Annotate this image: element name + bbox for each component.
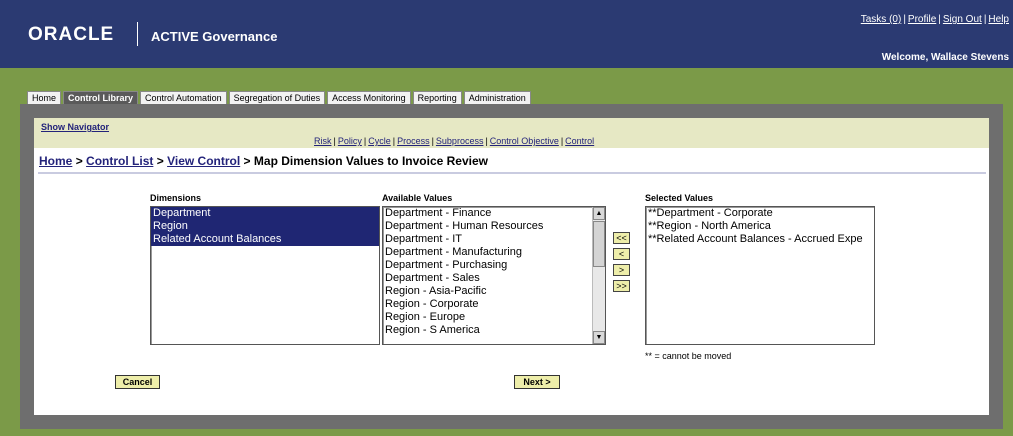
list-item[interactable]: Department - Purchasing <box>383 259 605 272</box>
list-item[interactable]: Region - S America <box>383 324 605 337</box>
control-link[interactable]: Control <box>565 136 594 146</box>
list-item[interactable]: **Department - Corporate <box>646 207 874 220</box>
breadcrumb-home[interactable]: Home <box>39 154 72 168</box>
breadcrumb-separator: > <box>75 154 83 168</box>
main-tabs: Home Control Library Control Automation … <box>27 91 533 105</box>
link-divider: | <box>392 136 396 146</box>
link-divider: | <box>983 14 987 25</box>
list-item[interactable]: Region - Europe <box>383 311 605 324</box>
breadcrumb-separator: > <box>243 154 251 168</box>
navigator-bar: Show Navigator Risk | Policy | Cycle | Process… <box>34 118 989 148</box>
link-divider: | <box>903 14 906 25</box>
list-item[interactable]: Department - IT <box>383 233 605 246</box>
selected-values-label: Selected Values <box>645 193 714 203</box>
show-navigator-link[interactable]: Show Navigator <box>41 122 109 132</box>
top-links: Tasks (0) | Profile | Sign Out | Help <box>861 14 1009 25</box>
oracle-logo: ORACLE <box>28 24 115 45</box>
dimensions-label: Dimensions <box>150 193 202 203</box>
subprocess-link[interactable]: Subprocess <box>436 136 484 146</box>
list-item[interactable]: Region - Asia-Pacific <box>383 285 605 298</box>
link-divider: | <box>333 136 336 146</box>
list-item[interactable]: Department - Human Resources <box>383 220 605 233</box>
list-item[interactable]: Department <box>151 207 379 220</box>
add-all-button[interactable]: >> <box>613 280 630 292</box>
process-link[interactable]: Process <box>397 136 430 146</box>
main-panel: Show Navigator Risk | Policy | Cycle | Process… <box>34 118 989 415</box>
logo-divider <box>137 22 138 46</box>
tab-access-monitoring[interactable]: Access Monitoring <box>327 91 411 105</box>
list-item[interactable]: Related Account Balances <box>151 233 379 246</box>
link-divider: | <box>560 136 564 146</box>
product-name: ACTIVE Governance <box>151 29 278 44</box>
link-divider: | <box>938 14 941 25</box>
tab-administration[interactable]: Administration <box>463 91 531 105</box>
list-item[interactable]: Department - Sales <box>383 272 605 285</box>
list-item[interactable]: **Related Account Balances - Accrued Exp… <box>646 233 874 246</box>
breadcrumb-control-list[interactable]: Control List <box>86 154 153 168</box>
selected-values-listbox[interactable]: **Department - Corporate **Region - Nort… <box>645 206 875 345</box>
remove-button[interactable]: < <box>613 248 630 260</box>
add-button[interactable]: > <box>613 264 630 276</box>
scroll-down-arrow-icon[interactable]: ▼ <box>593 331 605 344</box>
scroll-up-arrow-icon[interactable]: ▲ <box>593 207 605 220</box>
scroll-thumb[interactable] <box>593 221 605 267</box>
breadcrumb-separator: > <box>156 154 164 168</box>
vertical-scrollbar[interactable]: ▲ ▼ <box>592 207 605 344</box>
control-objective-link[interactable]: Control Objective <box>490 136 559 146</box>
breadcrumb-view-control[interactable]: View Control <box>167 154 240 168</box>
policy-link[interactable]: Policy <box>338 136 362 146</box>
sign-out-link[interactable]: Sign Out <box>943 14 982 25</box>
link-divider: | <box>485 136 488 146</box>
remove-all-button[interactable]: << <box>613 232 630 244</box>
page-title: Map Dimension Values to Invoice Review <box>253 154 488 168</box>
available-values-listbox[interactable]: Department - Finance Department - Human … <box>382 206 606 345</box>
link-divider: | <box>431 136 434 146</box>
list-item[interactable]: Region - Corporate <box>383 298 605 311</box>
cancel-button[interactable]: Cancel <box>115 375 160 389</box>
list-item[interactable]: Department - Manufacturing <box>383 246 605 259</box>
tab-control-automation[interactable]: Control Automation <box>140 91 227 105</box>
profile-link[interactable]: Profile <box>908 14 936 25</box>
next-button[interactable]: Next > <box>514 375 560 389</box>
cycle-link[interactable]: Cycle <box>368 136 391 146</box>
breadcrumb: Home > Control List > View Control > Map… <box>39 154 488 168</box>
welcome-text: Welcome, Wallace Stevens <box>881 52 1009 63</box>
title-divider <box>38 172 986 174</box>
tab-reporting[interactable]: Reporting <box>412 91 462 105</box>
list-item[interactable]: Department - Finance <box>383 207 605 220</box>
app-header: ORACLE ACTIVE Governance Tasks (0) | Profi… <box>0 0 1013 68</box>
tab-home[interactable]: Home <box>27 91 62 105</box>
list-item[interactable]: **Region - North America <box>646 220 874 233</box>
list-item[interactable]: Region <box>151 220 379 233</box>
risk-link[interactable]: Risk <box>314 136 332 146</box>
help-link[interactable]: Help <box>988 14 1009 25</box>
cannot-move-note: ** = cannot be moved <box>645 351 732 361</box>
link-divider: | <box>363 136 367 146</box>
tab-segregation-of-duties[interactable]: Segregation of Duties <box>228 91 326 105</box>
tab-control-library[interactable]: Control Library <box>63 91 139 105</box>
tasks-link[interactable]: Tasks (0) <box>861 14 902 25</box>
object-links: Risk | Policy | Cycle | Process | Subprocess | Con… <box>314 136 594 146</box>
dimensions-listbox[interactable]: Department Region Related Account Balanc… <box>150 206 380 345</box>
available-values-label: Available Values <box>382 193 453 203</box>
